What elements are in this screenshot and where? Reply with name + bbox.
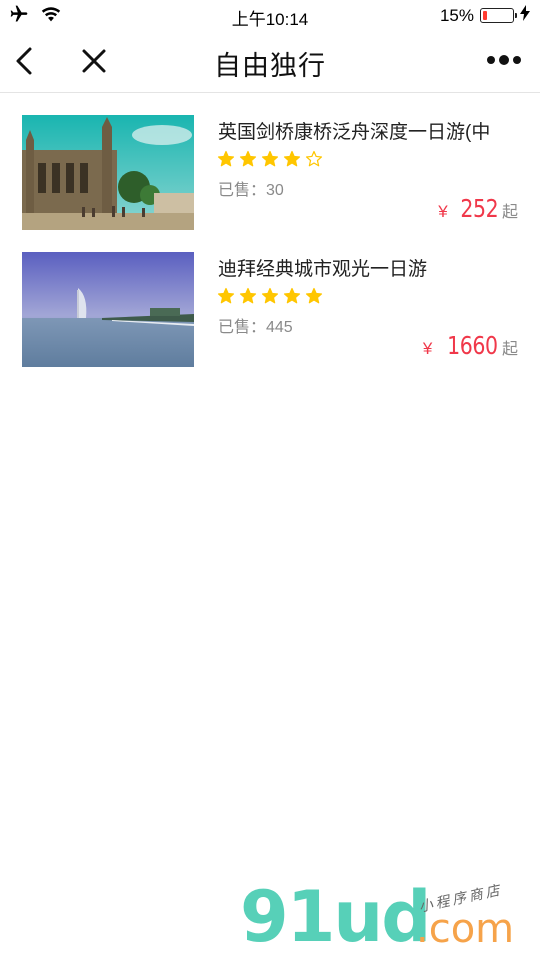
charging-bolt-icon [520,5,530,26]
page-title: 自由独行 [214,51,326,81]
product-price: ¥ 1660 起 [423,331,518,360]
more-button[interactable] [486,52,522,68]
watermark-logo: 91ud 小程序商店 .com [236,876,536,960]
watermark-brand: 91ud [240,876,431,958]
product-rating [217,150,323,168]
product-price: ¥ 252 起 [438,194,518,223]
product-image-dubai [22,252,194,367]
star-filled-icon [239,287,257,304]
star-filled-icon [261,287,279,304]
product-item[interactable]: 迪拜经典城市观光一日游 已售：445 ¥ 1660 起 [0,231,540,368]
product-title: 迪拜经典城市观光一日游 [218,259,428,280]
star-filled-icon [261,150,279,167]
nav-bar: 自由独行 [0,30,540,93]
star-filled-icon [239,150,257,167]
star-filled-icon [305,287,323,304]
price-suffix: 起 [501,204,518,221]
more-dots-icon [487,55,521,65]
price-suffix: 起 [501,341,518,358]
star-empty-icon [305,150,323,167]
product-sold-count: 已售：30 [218,182,284,199]
product-image-cambridge [22,115,194,230]
price-currency: ¥ [438,202,448,221]
star-filled-icon [217,150,235,167]
status-bar: 上午10:14 15% [0,0,540,30]
product-rating [217,287,323,305]
product-sold-count: 已售：445 [218,319,293,336]
price-currency: ¥ [422,339,433,358]
status-right: 15% [440,5,530,26]
price-value: 1660 [447,331,498,360]
price-value: 252 [460,194,498,223]
star-filled-icon [283,287,301,304]
battery-percent: 15% [439,5,474,25]
product-item[interactable]: 英国剑桥康桥泛舟深度一日游(中 已售：30 ¥ 252 起 [0,94,540,231]
product-list: 英国剑桥康桥泛舟深度一日游(中 已售：30 ¥ 252 起 迪拜经典城市观光一日… [0,94,540,368]
battery-fill [483,11,487,20]
battery-icon [480,8,517,23]
star-filled-icon [283,150,301,167]
star-filled-icon [217,287,235,304]
watermark-domain: .com [416,906,515,952]
product-title: 英国剑桥康桥泛舟深度一日游(中 [218,122,491,143]
